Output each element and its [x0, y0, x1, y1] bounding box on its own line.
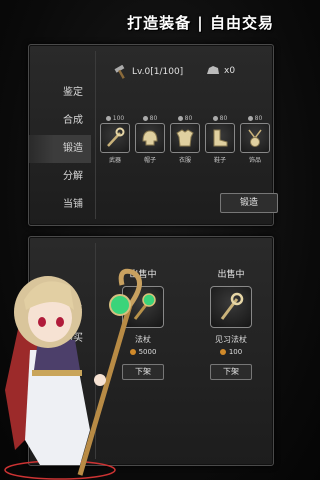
listing-price: 100 — [196, 348, 266, 356]
slot-name: 帽子 — [143, 157, 156, 164]
helmet-icon — [142, 130, 158, 146]
delist-button[interactable]: 下架 — [210, 364, 252, 380]
armor-icon — [176, 129, 194, 147]
slot-weapon[interactable]: 100 武器 — [100, 113, 130, 164]
forge-level-text: Lv.0[1/100] — [132, 67, 184, 77]
slot-helmet[interactable]: 80 帽子 — [135, 113, 165, 164]
nav-item-forge[interactable]: 锻造 — [29, 135, 91, 163]
mage-character-illustration — [4, 268, 142, 480]
slot-name: 武器 — [108, 157, 121, 164]
slot-boots[interactable]: 80 鞋子 — [205, 113, 235, 164]
listing-status: 出售中 — [217, 270, 245, 280]
forge-panel: 鉴定 合成 锻造 分解 当铺 Lv.0[1/100] x0 100 武器 80 … — [28, 44, 278, 226]
listing-card: 出售中 见习法杖 100 下架 — [196, 267, 266, 380]
forge-level: Lv.0[1/100] — [114, 65, 183, 79]
hammer-icon — [114, 65, 125, 79]
nav-item-identify[interactable]: 鉴定 — [29, 79, 91, 107]
listing-name: 见习法杖 — [215, 335, 247, 344]
slot-cost: 80 — [170, 113, 200, 123]
function-nav: 鉴定 合成 锻造 分解 当铺 — [29, 79, 91, 219]
slot-name: 鞋子 — [213, 157, 226, 164]
nav-item-pawnshop[interactable]: 当铺 — [29, 191, 91, 219]
slot-armor[interactable]: 80 衣服 — [170, 113, 200, 164]
coin-icon — [219, 349, 226, 355]
banner-title: 打造装备 | 自由交易 — [127, 14, 274, 32]
slot-cost: 100 — [100, 113, 130, 123]
ore-count: x0 — [206, 65, 235, 76]
apprentice-staff-icon — [220, 292, 244, 320]
staff-icon — [107, 127, 125, 147]
nav-item-decompose[interactable]: 分解 — [29, 163, 91, 191]
slot-cost: 80 — [205, 113, 235, 123]
forge-content: Lv.0[1/100] x0 100 武器 80 帽子 80 衣服 80 鞋子 … — [95, 51, 278, 219]
listing-item[interactable] — [210, 286, 252, 328]
slot-cost: 80 — [240, 113, 270, 123]
slot-cost: 80 — [135, 113, 165, 123]
ore-icon — [207, 66, 219, 74]
slot-accessory[interactable]: 80 饰品 — [240, 113, 270, 164]
boots-icon — [213, 129, 228, 147]
slot-name: 饰品 — [248, 157, 261, 164]
equipment-slots: 100 武器 80 帽子 80 衣服 80 鞋子 80 饰品 — [100, 113, 270, 164]
amulet-icon — [248, 129, 262, 147]
nav-item-synthesize[interactable]: 合成 — [29, 107, 91, 135]
slot-name: 衣服 — [178, 157, 191, 164]
forge-button[interactable]: 锻造 — [220, 193, 278, 213]
ore-count-text: x0 — [224, 65, 236, 76]
